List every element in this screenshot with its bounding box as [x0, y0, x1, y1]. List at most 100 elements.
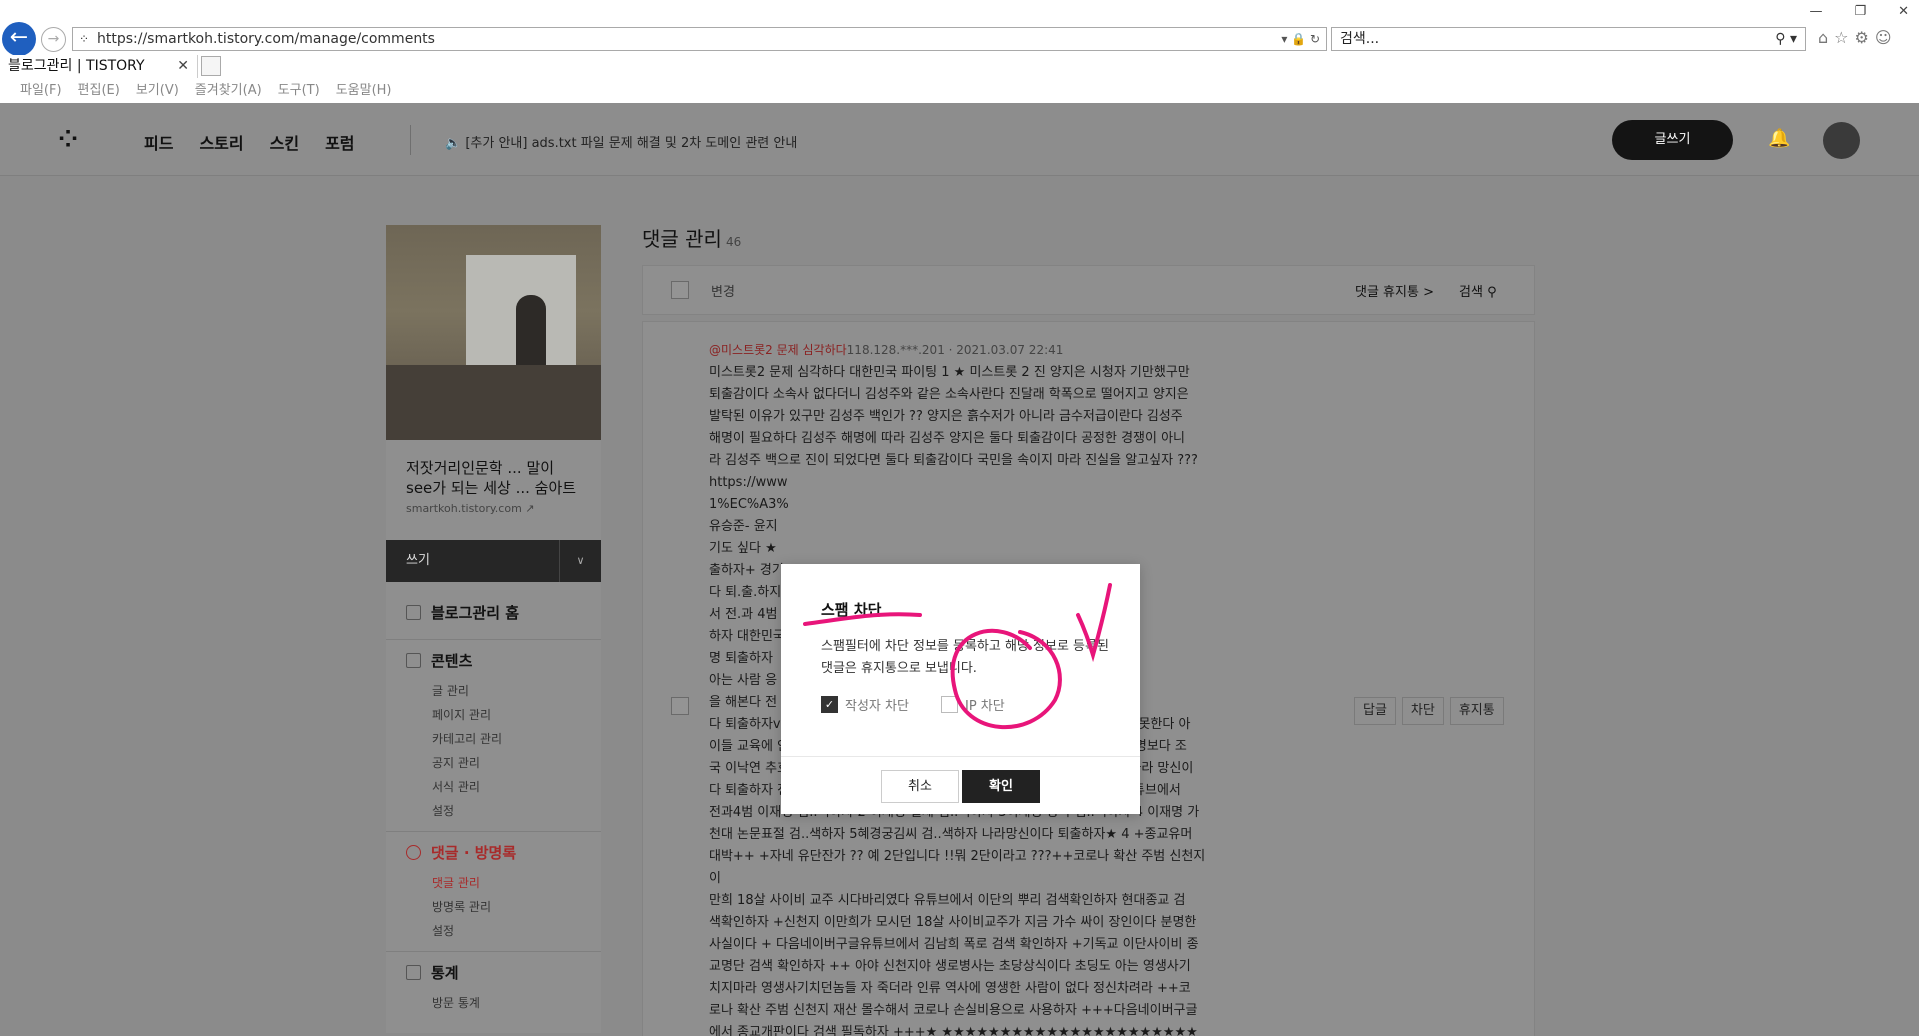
bar-chart-icon [406, 965, 421, 980]
sidebar-item-content-settings[interactable]: 설정 [406, 799, 581, 823]
block-ip-label: IP 차단 [965, 699, 1005, 714]
comment-line: https://www [709, 475, 788, 490]
favorites-star-icon[interactable]: ☆ [1834, 28, 1848, 47]
forward-button[interactable]: → [41, 27, 66, 52]
change-dropdown[interactable]: 변경 [711, 281, 735, 300]
comment-ip: 118.128.***.201 [846, 343, 945, 357]
sidebar-item-home[interactable]: 블로그관리 홈 [406, 602, 581, 623]
tistory-logo-icon[interactable]: ⁘ [58, 127, 78, 151]
menu-bar: 파일(F) 편집(E) 보기(V) 즐겨찾기(A) 도구(T) 도움말(H) [0, 80, 1919, 102]
search-icon: ⚲ [1487, 285, 1497, 300]
sidebar-item-guestbook[interactable]: 방명록 관리 [406, 895, 581, 919]
select-all-checkbox[interactable] [671, 281, 689, 299]
block-ip-option[interactable]: IP 차단 [941, 695, 1005, 714]
nav-forum[interactable]: 포럼 [325, 130, 354, 154]
browser-chrome: — ❐ ✕ ← → ⁘ https://smartkoh.tistory.com… [0, 0, 1919, 103]
cancel-button[interactable]: 취소 [881, 770, 959, 803]
chevron-down-icon[interactable]: ∨ [559, 540, 601, 582]
address-bar[interactable]: ⁘ https://smartkoh.tistory.com/manage/co… [72, 27, 1327, 51]
new-tab-button[interactable] [201, 56, 221, 76]
comment-trash-link[interactable]: 댓글 휴지통 > [1355, 281, 1434, 300]
sidebar-write-label: 쓰기 [406, 553, 430, 568]
block-button[interactable]: 차단 [1401, 697, 1444, 725]
menu-favorites[interactable]: 즐겨찾기(A) [195, 80, 262, 102]
blog-url[interactable]: smartkoh.tistory.com ↗ [406, 502, 581, 515]
comment-line: 기도 싶다 ★ [709, 541, 777, 556]
back-button[interactable]: ← [2, 22, 36, 56]
confirm-button[interactable]: 확인 [962, 770, 1040, 803]
sidebar-item-templates[interactable]: 서식 관리 [406, 775, 581, 799]
dialog-footer: 취소 확인 [781, 756, 1140, 814]
toolbar-search[interactable]: 검색 ⚲ [1459, 281, 1497, 300]
notice-text: [추가 안내] ads.txt 파일 문제 해결 및 2차 도메인 관련 안내 [465, 136, 798, 151]
comment-line: 사실이다 + 다음네이버구글유튜브에서 김남희 폭로 검색 확인하자 +기독교 … [709, 937, 1199, 952]
menu-tools[interactable]: 도구(T) [278, 80, 320, 102]
home-icon[interactable]: ⌂ [1818, 28, 1828, 47]
sidebar-item-comment-manage[interactable]: 댓글 관리 [406, 871, 581, 895]
comment-author[interactable]: @미스트롯2 문제 심각하다 [709, 343, 847, 357]
blog-title-line1[interactable]: 저잣거리인문학 ... 말이 [406, 458, 581, 478]
restore-icon[interactable]: ❐ [1854, 4, 1866, 19]
block-author-option[interactable]: ✓ 작성자 차단 [821, 695, 909, 714]
sidebar-group-content: 콘텐츠 글 관리 페이지 관리 카테고리 관리 공지 관리 서식 관리 설정 [386, 640, 601, 832]
author-checkbox[interactable]: ✓ [821, 696, 838, 713]
sidebar-head-content[interactable]: 콘텐츠 [406, 650, 581, 671]
minimize-icon[interactable]: — [1809, 4, 1822, 19]
blog-title-line2[interactable]: see가 되는 세상 ... 숨아트 [406, 478, 581, 498]
tab-title: 블로그관리 | TISTORY [8, 58, 145, 74]
sidebar-write-button[interactable]: 쓰기 ∨ [386, 540, 601, 582]
browser-search-input[interactable]: 검색... ⚲ ▾ [1331, 27, 1806, 51]
dialog-description: 스팸필터에 차단 정보를 등록하고 해당 정보로 등록된 댓글은 휴지통으로 보… [821, 639, 1109, 676]
menu-file[interactable]: 파일(F) [20, 80, 62, 102]
comment-date: 2021.03.07 22:41 [956, 343, 1064, 357]
reply-button[interactable]: 답글 [1354, 697, 1396, 725]
settings-gear-icon[interactable]: ⚙ [1855, 28, 1869, 47]
sidebar-item-notices[interactable]: 공지 관리 [406, 751, 581, 775]
tab-blog-manage[interactable]: 블로그관리 | TISTORY ✕ [0, 55, 198, 78]
nav-skin[interactable]: 스킨 [270, 130, 299, 154]
comment-line: 교명단 검색 확인하자 ++ 아야 신천지야 생로병사는 초당상식이다 초딩도 … [709, 959, 1191, 974]
nav-feed[interactable]: 피드 [144, 130, 173, 154]
tistory-favicon-icon: ⁘ [79, 32, 90, 46]
close-icon[interactable]: ✕ [1898, 4, 1909, 19]
menu-edit[interactable]: 편집(E) [78, 80, 120, 102]
search-placeholder: 검색... [1340, 31, 1380, 47]
comment-line: 발탁된 이유가 있구만 김성주 백인가 ?? 양지은 흙수저가 아니라 금수저급… [709, 409, 1183, 424]
comment-line: 해명이 필요하다 김성주 해명에 따라 김성주 양지은 둘다 퇴출감이다 공정한… [709, 431, 1186, 446]
trash-button[interactable]: 휴지통 [1449, 697, 1504, 725]
ip-checkbox[interactable] [941, 696, 958, 713]
comment-line: 미스트롯2 문제 심각하다 대한민국 파이팅 1 ★ 미스트롯 2 진 양지은 … [709, 365, 1190, 380]
notice-link[interactable]: 🔈 [추가 안내] ads.txt 파일 문제 해결 및 2차 도메인 관련 안… [445, 132, 797, 151]
top-navigation: ⁘ 피드 스토리 스킨 포럼 🔈 [추가 안내] ads.txt 파일 문제 해… [0, 103, 1919, 176]
sidebar-item-posts[interactable]: 글 관리 [406, 679, 581, 703]
speaker-icon: 🔈 [445, 136, 462, 151]
sidebar-item-visit-stats[interactable]: 방문 통계 [406, 991, 581, 1015]
search-icon[interactable]: ⚲ ▾ [1775, 28, 1797, 50]
sidebar-item-pages[interactable]: 페이지 관리 [406, 703, 581, 727]
comment-line: 천대 논문표절 검..색하자 5혜경궁김씨 검..색하자 나라망신이다 퇴출하자… [709, 827, 1193, 842]
bell-icon[interactable]: 🔔 [1768, 128, 1790, 149]
speech-bubble-icon [406, 845, 421, 860]
comment-line: 퇴출감이다 소속사 없다더니 김성주와 같은 소속사란다 진달래 학폭으로 떨어… [709, 387, 1189, 402]
lock-refresh-icon[interactable]: ▾ 🔒 ↻ [1281, 28, 1320, 50]
sidebar-item-comment-settings[interactable]: 설정 [406, 919, 581, 943]
comment-line: 치지마라 영생사기치던놈들 자 죽더라 인류 역사에 영생한 사람이 없다 정신… [709, 981, 1191, 996]
comment-checkbox[interactable] [671, 697, 689, 715]
comment-line: 에서 종교개판이다 검색 필독하자 +++★ ★★★★★★★★★★★★★★★★★… [709, 1025, 1198, 1036]
sidebar: 저잣거리인문학 ... 말이 see가 되는 세상 ... 숨아트 smartk… [386, 225, 601, 1033]
tab-close-icon[interactable]: ✕ [177, 55, 189, 77]
sidebar-menu: 블로그관리 홈 콘텐츠 글 관리 페이지 관리 카테고리 관리 공지 관리 서식… [386, 582, 601, 1033]
menu-view[interactable]: 보기(V) [136, 80, 179, 102]
sidebar-head-stats[interactable]: 통계 [406, 962, 581, 983]
sidebar-group-comments: 댓글 · 방명록 댓글 관리 방명록 관리 설정 [386, 832, 601, 952]
page-title: 댓글 관리 46 [642, 227, 742, 251]
comment-line: 라 김성주 백으로 진이 되었다면 둘다 퇴출감이다 국민을 속이지 마라 진실… [709, 453, 1198, 468]
smiley-icon[interactable]: ☺ [1875, 28, 1892, 47]
avatar[interactable] [1823, 122, 1860, 159]
sidebar-item-categories[interactable]: 카테고리 관리 [406, 727, 581, 751]
menu-help[interactable]: 도움말(H) [336, 80, 392, 102]
write-post-button[interactable]: 글쓰기 [1612, 120, 1733, 160]
nav-story[interactable]: 스토리 [199, 130, 243, 154]
sidebar-head-comments[interactable]: 댓글 · 방명록 [406, 842, 581, 863]
page: ⁘ 피드 스토리 스킨 포럼 🔈 [추가 안내] ads.txt 파일 문제 해… [0, 103, 1919, 1036]
